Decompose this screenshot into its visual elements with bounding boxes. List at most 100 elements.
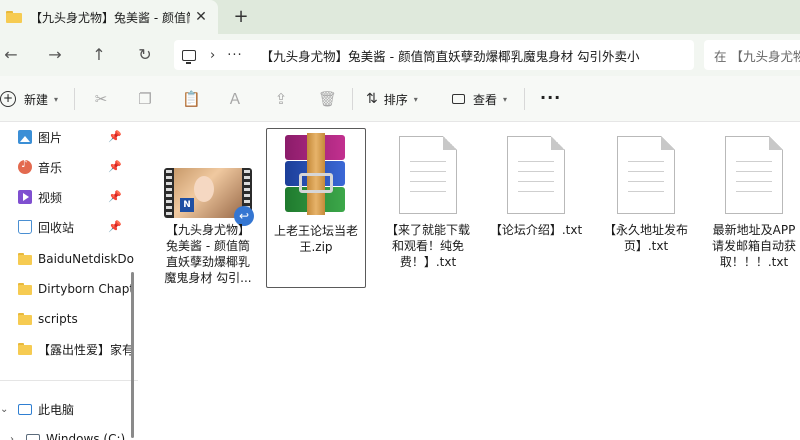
sidebar-item-videos[interactable]: 视频 📌 xyxy=(0,184,138,210)
video-subject xyxy=(194,176,214,202)
doc-line xyxy=(736,191,772,192)
film-perforation xyxy=(166,170,172,216)
computer-icon xyxy=(18,403,32,415)
refresh-icon[interactable]: ↻ xyxy=(134,44,156,66)
folder-icon xyxy=(6,11,22,23)
file-name: 最新地址及APP请发邮箱自动获取！！！.txt xyxy=(711,223,796,269)
file-item-video[interactable]: N ↩ 【九头身尤物】兔美酱 - 颜值筒直妖孽劲爆椰乳魔鬼身材 勾引... xyxy=(158,128,258,288)
sidebar-item-label: 视频 xyxy=(38,190,63,205)
breadcrumb-chevron-icon[interactable]: › xyxy=(210,48,215,63)
sort-icon: ⇅ xyxy=(366,91,378,107)
paste-icon[interactable]: 📋 xyxy=(182,90,201,108)
doc-line xyxy=(410,181,446,182)
chevron-down-icon[interactable]: ⌄ xyxy=(0,404,8,415)
share-icon[interactable]: ⇪ xyxy=(272,90,290,108)
folder-icon xyxy=(18,312,32,326)
sidebar-item-label: 此电脑 xyxy=(38,402,75,417)
view-button-label: 查看 xyxy=(473,92,498,107)
text-document-icon xyxy=(725,136,783,214)
music-icon xyxy=(18,159,32,174)
toolbar-divider xyxy=(524,88,525,110)
file-name: 【来了就能下载和观看！纯免费！】.txt xyxy=(385,223,470,269)
delete-icon[interactable]: 🗑 xyxy=(318,90,337,108)
doc-line xyxy=(410,171,446,172)
sidebar-item-folder-8[interactable]: 【露出性爱】家有 xyxy=(0,336,138,362)
file-name: 【九头身尤物】兔美酱 - 颜值筒直妖孽劲爆椰乳魔鬼身材 勾引... xyxy=(164,223,252,285)
sidebar-item-dirtyborn[interactable]: Dirtyborn Chapt xyxy=(0,276,138,302)
doc-line xyxy=(736,161,772,162)
sidebar-item-recycle-bin[interactable]: 回收站 📌 xyxy=(0,214,138,240)
sort-button-label: 排序 xyxy=(383,92,408,107)
videos-icon xyxy=(18,190,32,204)
toolbar-divider xyxy=(74,88,75,110)
sidebar-item-baidunetdisk[interactable]: BaiduNetdiskDo xyxy=(0,246,138,272)
text-document-icon xyxy=(507,136,565,214)
close-icon[interactable]: ✕ xyxy=(192,8,210,26)
app-badge-icon: N xyxy=(180,198,194,212)
sidebar-scrollbar[interactable] xyxy=(131,272,134,438)
back-arrow-icon[interactable]: ← xyxy=(0,44,22,66)
sidebar-item-scripts[interactable]: scripts xyxy=(0,306,138,332)
sidebar-item-label: 音乐 xyxy=(38,160,63,175)
recycle-bin-icon xyxy=(18,220,32,234)
file-name: 上老王论坛当老王.zip xyxy=(273,224,358,254)
view-button[interactable]: 查看 ▾ xyxy=(452,88,507,110)
doc-line xyxy=(736,181,772,182)
doc-line xyxy=(518,181,554,182)
sidebar-item-label: 回收站 xyxy=(38,220,75,235)
sidebar-item-music[interactable]: 音乐 📌 xyxy=(0,154,138,180)
chevron-down-icon: ▾ xyxy=(503,94,508,104)
up-arrow-icon[interactable]: ↑ xyxy=(88,44,110,66)
breadcrumb-current-folder[interactable]: 【九头身尤物】兔美酱 - 颜值筒直妖孽劲爆椰乳魔鬼身材 勾引外卖小 xyxy=(261,46,651,65)
breadcrumb-more-button[interactable]: ··· xyxy=(227,48,242,63)
sidebar-item-label: Windows (C:) xyxy=(46,432,126,440)
sidebar-item-label: BaiduNetdiskDo xyxy=(38,252,134,266)
doc-line xyxy=(410,191,446,192)
file-list: N ↩ 【九头身尤物】兔美酱 - 颜值筒直妖孽劲爆椰乳魔鬼身材 勾引... 上老… xyxy=(140,122,800,440)
chevron-right-icon[interactable]: › xyxy=(10,434,14,440)
search-placeholder: 在 【九头身尤物 xyxy=(714,48,800,64)
doc-line xyxy=(518,171,554,172)
text-document-icon xyxy=(399,136,457,214)
forward-arrow-icon[interactable]: → xyxy=(44,44,66,66)
computer-icon xyxy=(182,49,196,64)
pin-icon: 📌 xyxy=(108,160,122,173)
file-item-txt-3[interactable]: 【永久地址发布页】.txt xyxy=(596,128,696,288)
sidebar-item-label: 【露出性爱】家有 xyxy=(38,342,135,357)
file-item-zip[interactable]: 上老王论坛当老王.zip xyxy=(266,128,366,288)
doc-line xyxy=(518,191,554,192)
view-icon xyxy=(452,94,465,104)
new-tab-button[interactable]: + xyxy=(230,6,252,28)
cut-icon[interactable]: ✂ xyxy=(92,90,110,108)
toolbar-divider xyxy=(352,88,353,110)
file-item-txt-1[interactable]: 【来了就能下载和观看！纯免费！】.txt xyxy=(378,128,478,288)
navigation-pane: 图片 📌 音乐 📌 视频 📌 回收站 📌 BaiduNetdiskDo Dirt… xyxy=(0,122,138,440)
sidebar-item-pictures[interactable]: 图片 📌 xyxy=(0,124,138,150)
sidebar-divider xyxy=(0,380,138,381)
sort-button[interactable]: ⇅ 排序 ▾ xyxy=(366,88,418,110)
more-options-button[interactable]: ··· xyxy=(540,88,561,107)
address-bar[interactable]: › ··· 【九头身尤物】兔美酱 - 颜值筒直妖孽劲爆椰乳魔鬼身材 勾引外卖小 xyxy=(174,40,694,70)
sidebar-item-drive-c[interactable]: › Windows (C:) xyxy=(0,426,138,440)
sidebar-item-label: 图片 xyxy=(38,130,63,145)
new-button[interactable]: + 新建 ▾ xyxy=(0,88,58,110)
file-item-txt-4[interactable]: 最新地址及APP请发邮箱自动获取！！！.txt xyxy=(704,128,800,288)
doc-line xyxy=(628,171,664,172)
copy-icon[interactable]: ❐ xyxy=(136,90,154,108)
tab-current-folder[interactable]: 【九头身尤物】兔美酱 - 颜值筒 ✕ xyxy=(0,0,218,34)
doc-line xyxy=(410,161,446,162)
chevron-down-icon: ▾ xyxy=(413,94,418,104)
folder-icon xyxy=(18,342,32,356)
pictures-icon xyxy=(18,130,32,144)
file-name: 【永久地址发布页】.txt xyxy=(603,223,688,253)
search-input[interactable]: 在 【九头身尤物 xyxy=(704,40,800,70)
doc-line xyxy=(518,161,554,162)
rename-icon[interactable]: Ａ xyxy=(226,90,244,108)
archive-icon xyxy=(279,133,353,215)
sidebar-item-label: scripts xyxy=(38,312,78,326)
navigation-bar: ← → ↑ ↻ › ··· 【九头身尤物】兔美酱 - 颜值筒直妖孽劲爆椰乳魔鬼身… xyxy=(0,34,800,76)
new-button-label: 新建 xyxy=(24,92,49,107)
tab-title: 【九头身尤物】兔美酱 - 颜值筒 xyxy=(30,10,190,25)
file-item-txt-2[interactable]: 【论坛介绍】.txt xyxy=(486,128,586,288)
sidebar-item-this-pc[interactable]: ⌄ 此电脑 xyxy=(0,396,138,422)
